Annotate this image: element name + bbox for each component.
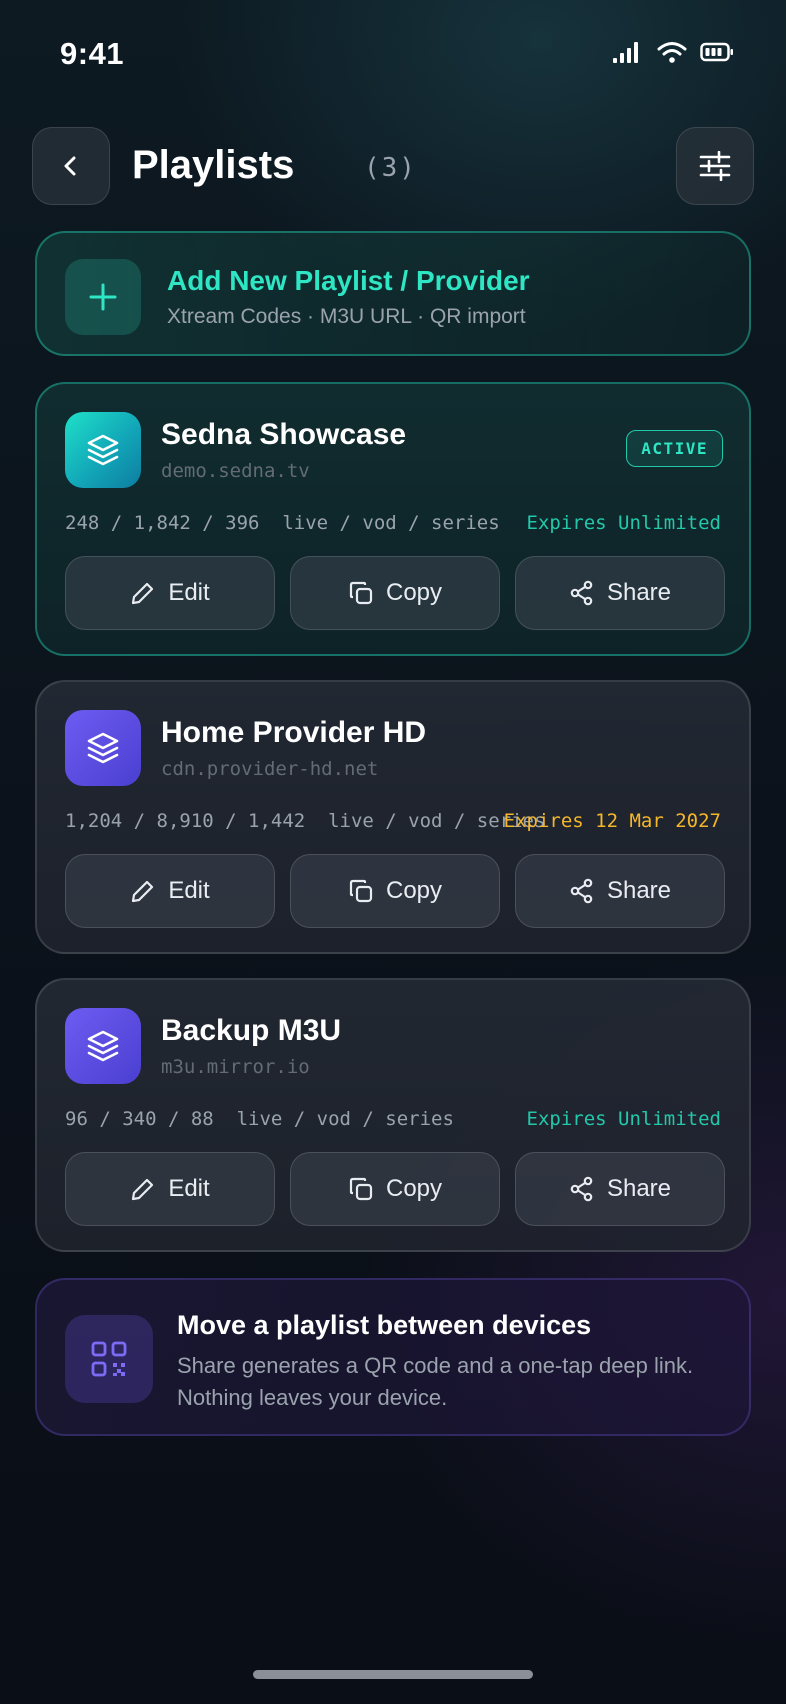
playlist-name: Home Provider HD <box>161 716 427 749</box>
pencil-icon <box>132 1178 154 1201</box>
playlist-host: cdn.provider-hd.net <box>161 758 379 780</box>
home-indicator[interactable] <box>253 1670 533 1679</box>
header: Playlists (3) <box>32 127 754 205</box>
playlist-icon-box <box>65 710 141 786</box>
share-icon <box>570 878 593 904</box>
share-button[interactable]: Share <box>515 556 725 630</box>
playlist-expiry: Expires 12 Mar 2027 <box>503 810 721 832</box>
share-label: Share <box>606 877 672 904</box>
add-playlist-button[interactable]: Add New Playlist / Provider Xtream Codes… <box>35 231 751 356</box>
playlist-expiry: Expires Unlimited <box>526 512 721 534</box>
battery-icon <box>700 42 733 62</box>
playlist-expiry: Expires Unlimited <box>526 1108 721 1130</box>
qr-icon-box <box>65 1315 153 1403</box>
playlist-name: Sedna Showcase <box>161 418 407 451</box>
share-icon <box>570 1176 593 1202</box>
playlist-icon-box <box>65 1008 141 1084</box>
copy-label: Copy <box>385 1175 443 1202</box>
playlist-host: demo.sedna.tv <box>161 460 310 482</box>
playlist-actions: Edit Copy Share <box>65 1152 725 1226</box>
info-title: Move a playlist between devices <box>177 1310 592 1340</box>
edit-button[interactable]: Edit <box>65 1152 275 1226</box>
playlist-name: Backup M3U <box>161 1014 342 1047</box>
edit-button[interactable]: Edit <box>65 556 275 630</box>
sliders-icon <box>699 151 731 181</box>
add-playlist-title: Add New Playlist / Provider <box>167 265 530 296</box>
playlist-stats: 1,204 / 8,910 / 1,442 live / vod / serie… <box>65 810 546 832</box>
status-time: 9:41 <box>60 36 125 71</box>
pencil-icon <box>132 880 154 903</box>
filter-button[interactable] <box>676 127 754 205</box>
copy-button[interactable]: Copy <box>290 556 500 630</box>
plus-icon-box <box>65 259 141 335</box>
playlist-icon-box <box>65 412 141 488</box>
signal-icon <box>613 42 638 63</box>
share-button[interactable]: Share <box>515 1152 725 1226</box>
copy-icon <box>349 1177 373 1201</box>
edit-label: Edit <box>168 1175 210 1202</box>
copy-button[interactable]: Copy <box>290 1152 500 1226</box>
playlist-actions: Edit Copy Share <box>65 854 725 928</box>
share-icon <box>570 580 593 606</box>
layers-icon <box>87 732 119 764</box>
share-label: Share <box>606 579 672 606</box>
back-button[interactable] <box>32 127 110 205</box>
playlist-card[interactable]: Backup M3U m3u.mirror.io 96 / 340 / 88 l… <box>35 978 751 1252</box>
qr-code-icon <box>91 1341 127 1377</box>
share-button[interactable]: Share <box>515 854 725 928</box>
info-card: Move a playlist between devices Share ge… <box>35 1278 751 1436</box>
layers-icon <box>87 1030 119 1062</box>
status-badge: ACTIVE <box>626 430 723 467</box>
plus-icon <box>89 283 117 311</box>
info-body: Share generates a QR code and a one-tap … <box>177 1353 694 1410</box>
playlist-host: m3u.mirror.io <box>161 1056 310 1078</box>
status-bar: 9:41 <box>0 0 786 110</box>
add-playlist-subtitle: Xtream Codes · M3U URL · QR import <box>167 305 526 328</box>
edit-label: Edit <box>168 877 210 904</box>
status-icons <box>612 40 734 64</box>
playlist-stats: 248 / 1,842 / 396 live / vod / series <box>65 512 500 534</box>
copy-label: Copy <box>385 579 443 606</box>
playlist-count: (3) <box>364 153 417 183</box>
playlist-stats: 96 / 340 / 88 live / vod / series <box>65 1108 454 1130</box>
share-label: Share <box>606 1175 672 1202</box>
wifi-icon <box>657 42 687 63</box>
edit-label: Edit <box>168 579 210 606</box>
layers-icon <box>87 434 119 466</box>
edit-button[interactable]: Edit <box>65 854 275 928</box>
copy-label: Copy <box>385 877 443 904</box>
copy-icon <box>349 879 373 903</box>
copy-icon <box>349 581 373 605</box>
pencil-icon <box>132 582 154 605</box>
playlist-card[interactable]: Home Provider HD cdn.provider-hd.net 1,2… <box>35 680 751 954</box>
playlist-card[interactable]: Sedna Showcase demo.sedna.tv ACTIVE 248 … <box>35 382 751 656</box>
copy-button[interactable]: Copy <box>290 854 500 928</box>
page-title: Playlists <box>132 143 295 187</box>
chevron-left-icon <box>64 156 76 176</box>
playlist-actions: Edit Copy Share <box>65 556 725 630</box>
